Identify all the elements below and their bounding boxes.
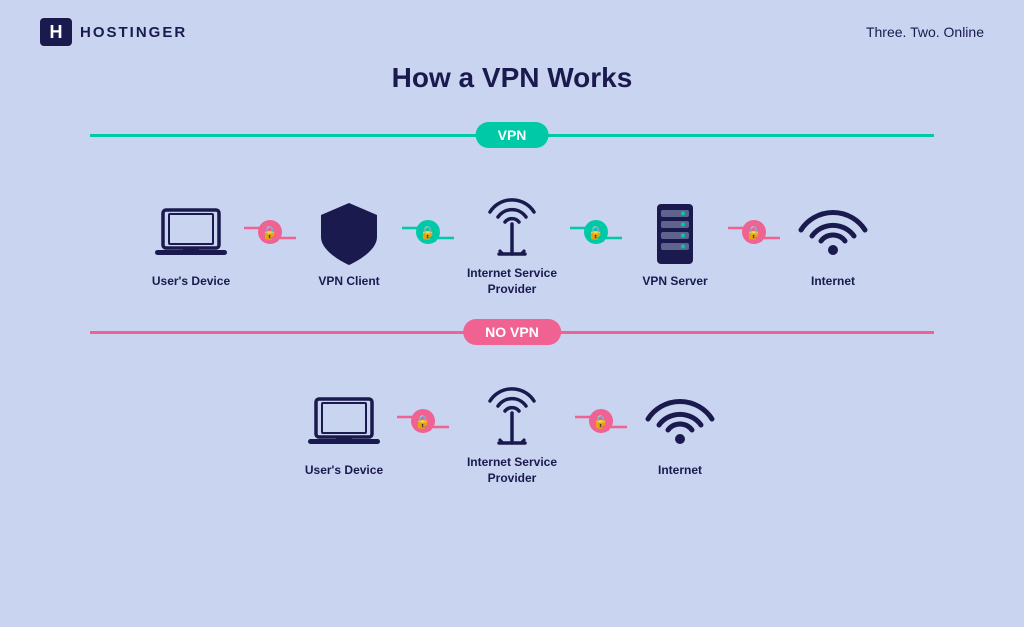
vpn-diagram-container: VPN User's Device 🔒 <box>0 112 1024 486</box>
novpn-connector-2: 🔒 <box>571 407 631 435</box>
novpn-user-device-label: User's Device <box>305 463 383 479</box>
connector-2: 🔒 <box>398 218 458 246</box>
wifi-icon-vpn <box>797 202 869 266</box>
header: H HOSTINGER Three. Two. Online <box>0 0 1024 56</box>
connector-3: 🔒 <box>566 218 626 246</box>
svg-text:H: H <box>50 22 63 42</box>
vpn-internet: Internet <box>788 202 878 290</box>
page-title: How a VPN Works <box>0 62 1024 94</box>
hostinger-logo-icon: H <box>40 18 72 46</box>
novpn-isp: Internet ServiceProvider <box>457 383 567 486</box>
novpn-internet: Internet <box>635 391 725 479</box>
tower-icon-novpn <box>481 383 543 447</box>
connector-1: 🔒 <box>240 218 300 246</box>
vpn-client-label: VPN Client <box>318 274 379 290</box>
connector-4: 🔒 <box>724 218 784 246</box>
novpn-internet-label: Internet <box>658 463 702 479</box>
novpn-row: User's Device 🔒 <box>30 383 994 486</box>
vpn-client: VPN Client <box>304 202 394 290</box>
laptop-icon-novpn <box>308 391 380 455</box>
novpn-connector-1: 🔒 <box>393 407 453 435</box>
vpn-server: VPN Server <box>630 202 720 290</box>
server-icon <box>651 202 699 266</box>
novpn-isp-label: Internet ServiceProvider <box>467 455 557 486</box>
vpn-server-label: VPN Server <box>642 274 707 290</box>
tagline: Three. Two. Online <box>866 24 984 40</box>
shield-icon <box>319 202 379 266</box>
vpn-user-device-label: User's Device <box>152 274 230 290</box>
novpn-user-device: User's Device <box>299 391 389 479</box>
wifi-icon-novpn <box>644 391 716 455</box>
vpn-isp-label: Internet ServiceProvider <box>467 266 557 297</box>
vpn-row: User's Device 🔒 VPN Clie <box>30 194 994 297</box>
novpn-divider: NO VPN <box>30 309 994 355</box>
vpn-user-device: User's Device <box>146 202 236 290</box>
vpn-isp: Internet ServiceProvider <box>462 194 562 297</box>
tower-icon <box>481 194 543 258</box>
laptop-icon <box>155 202 227 266</box>
vpn-divider: VPN <box>30 112 994 158</box>
vpn-internet-label: Internet <box>811 274 855 290</box>
novpn-badge: NO VPN <box>463 319 561 345</box>
logo-text: HOSTINGER <box>80 24 187 41</box>
logo: H HOSTINGER <box>40 18 187 46</box>
vpn-badge: VPN <box>476 122 549 148</box>
